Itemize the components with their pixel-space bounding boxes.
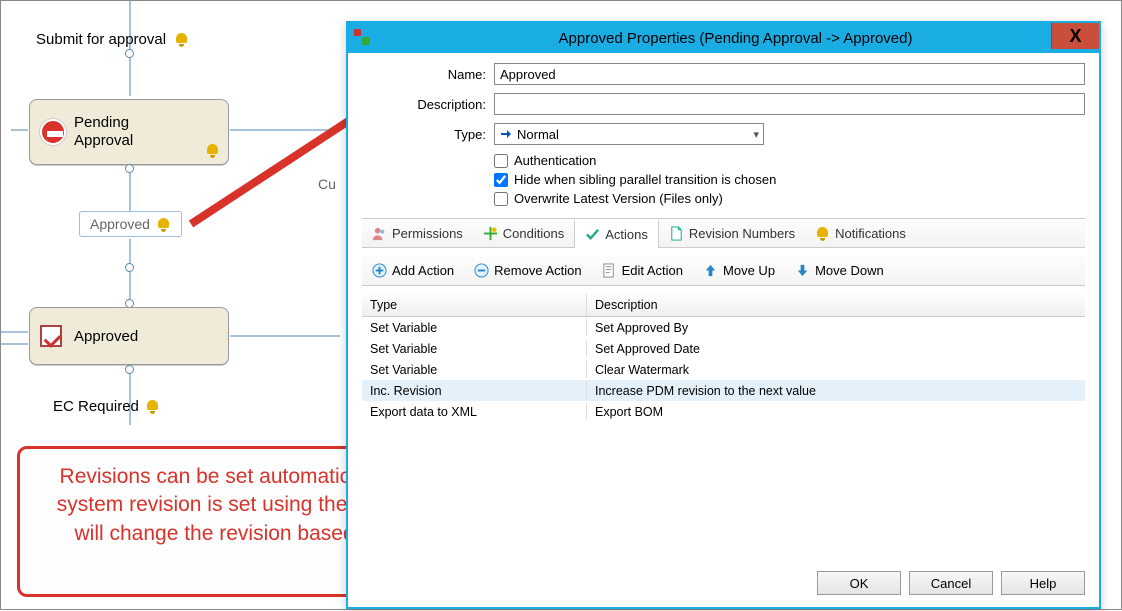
connector-dot [125,365,134,374]
name-label: Name: [362,67,488,82]
document-icon [669,226,684,241]
move-down-button[interactable]: Move Down [785,256,894,285]
actions-table: Type Description Set VariableSet Approve… [362,294,1085,422]
checkbox-input[interactable] [494,192,508,206]
transition-label: EC Required [53,398,139,415]
table-row[interactable]: Set VariableSet Approved Date [362,338,1085,359]
connector [129,365,131,425]
cell-type: Set Variable [362,319,587,336]
state-label: Approved [74,328,138,345]
plus-circle-icon [372,263,387,278]
ok-button[interactable]: OK [817,571,901,595]
table-row[interactable]: Export data to XMLExport BOM [362,401,1085,422]
tab-conditions[interactable]: Conditions [473,219,574,247]
stop-icon [40,119,66,145]
checkbox-label: Overwrite Latest Version (Files only) [514,191,723,206]
bell-icon [815,226,830,241]
connector [11,129,28,131]
plus-star-icon [483,226,498,241]
checkbox-input[interactable] [494,154,508,168]
checkbox-label: Authentication [514,153,596,168]
type-value: Normal [517,127,559,142]
bell-icon [174,32,189,47]
arrow-right-icon [501,130,513,138]
check-icon [585,227,600,242]
users-icon [372,226,387,241]
transition-label: Approved [90,216,150,232]
subtab-bar: Permissions Conditions Actions Revision … [362,218,1085,248]
type-label: Type: [362,127,488,142]
edit-action-button[interactable]: Edit Action [592,256,693,285]
tab-actions[interactable]: Actions [574,219,659,248]
titlebar[interactable]: Approved Properties (Pending Approval ->… [348,23,1099,53]
table-row[interactable]: Set VariableSet Approved By [362,317,1085,338]
bell-icon [145,399,160,414]
connector-dot [125,263,134,272]
transition-approved[interactable]: Approved [79,211,182,237]
state-label: Pending Approval [74,114,133,150]
cell-description: Increase PDM revision to the next value [587,382,1085,399]
partial-label: Cu [318,176,336,192]
column-description[interactable]: Description [587,294,1085,316]
document-edit-icon [602,263,617,278]
chevron-down-icon: ▾ [753,128,759,141]
close-button[interactable]: X [1051,23,1099,49]
tab-notifications[interactable]: Notifications [805,219,916,247]
cell-description: Set Approved By [587,319,1085,336]
cell-type: Set Variable [362,340,587,357]
checkbox-input[interactable] [494,173,508,187]
hide-sibling-checkbox[interactable]: Hide when sibling parallel transition is… [494,172,1085,187]
bell-icon [205,143,220,158]
remove-action-button[interactable]: Remove Action [464,256,591,285]
cell-description: Export BOM [587,403,1085,420]
dialog-title: Approved Properties (Pending Approval ->… [372,30,1099,47]
transition-submit[interactable]: Submit for approval [36,31,189,48]
actions-toolbar: Add Action Remove Action Edit Action Mov… [362,256,1085,286]
transition-label: Submit for approval [36,31,166,48]
connector [1,343,28,345]
authentication-checkbox[interactable]: Authentication [494,153,1085,168]
name-input[interactable] [494,63,1085,85]
arrow-down-icon [795,263,810,278]
state-approved[interactable]: Approved [29,307,229,365]
arrow-up-icon [703,263,718,278]
cell-type: Export data to XML [362,403,587,420]
checkbox-label: Hide when sibling parallel transition is… [514,172,776,187]
cell-description: Set Approved Date [587,340,1085,357]
minus-circle-icon [474,263,489,278]
column-type[interactable]: Type [362,294,587,316]
check-icon [40,325,62,347]
connector-dot [125,164,134,173]
bell-icon [156,217,171,232]
table-row[interactable]: Set VariableClear Watermark [362,359,1085,380]
overwrite-checkbox[interactable]: Overwrite Latest Version (Files only) [494,191,1085,206]
table-row[interactable]: Inc. RevisionIncrease PDM revision to th… [362,380,1085,401]
connector [1,331,28,333]
properties-dialog: Approved Properties (Pending Approval ->… [346,21,1101,609]
connector [230,335,340,337]
move-up-button[interactable]: Move Up [693,256,785,285]
type-select[interactable]: Normal ▾ [494,123,764,145]
help-button[interactable]: Help [1001,571,1085,595]
description-input[interactable] [494,93,1085,115]
cell-description: Clear Watermark [587,361,1085,378]
transition-ec-required[interactable]: EC Required [53,398,160,415]
tab-revision-numbers[interactable]: Revision Numbers [659,219,805,247]
dialog-footer: OK Cancel Help [348,561,1099,607]
connector [230,129,340,131]
add-action-button[interactable]: Add Action [362,256,464,285]
cell-type: Inc. Revision [362,382,587,399]
cell-type: Set Variable [362,361,587,378]
connector [129,239,131,307]
dialog-icon [354,29,372,47]
connector-dot [125,49,134,58]
state-pending-approval[interactable]: Pending Approval [29,99,229,165]
description-label: Description: [362,97,488,112]
cancel-button[interactable]: Cancel [909,571,993,595]
close-icon: X [1069,26,1081,47]
table-header: Type Description [362,294,1085,317]
tab-permissions[interactable]: Permissions [362,219,473,247]
